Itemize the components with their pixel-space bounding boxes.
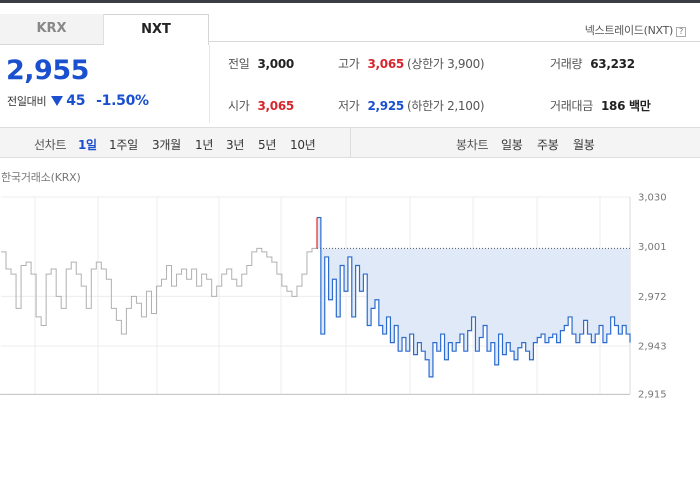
stat-label: 거래대금 — [550, 99, 593, 113]
candle-weekly[interactable]: 주봉 — [537, 136, 559, 153]
candle-daily[interactable]: 일봉 — [501, 136, 523, 153]
change-amount: 45 — [66, 93, 86, 109]
stat-low: 저가 2,925 (하한가 2,100) — [338, 97, 485, 114]
stat-open: 시가 3,065 — [228, 97, 294, 114]
line-chart-label: 선차트 — [34, 138, 67, 152]
previous-day-line — [1, 247, 317, 335]
help-icon[interactable]: ? — [676, 27, 686, 37]
price-change: 전일대비 45 -1.50% — [7, 93, 149, 109]
stat-value: 2,925 — [367, 99, 404, 113]
period-1y[interactable]: 1년 — [195, 136, 213, 153]
down-arrow-icon — [51, 96, 64, 106]
change-label: 전일대비 — [7, 95, 47, 108]
candle-monthly[interactable]: 월봉 — [573, 136, 595, 153]
period-3m[interactable]: 3개월 — [152, 136, 181, 153]
y-tick-label: 2,972 — [638, 292, 667, 303]
price-chart: 3,030 3,001 2,972 2,943 2,915 — [1, 193, 667, 401]
stat-prev-close: 전일 3,000 — [228, 55, 294, 72]
divider — [209, 45, 210, 123]
chart-bottom-border — [0, 394, 630, 395]
upper-limit: (상한가 3,900) — [406, 57, 485, 71]
stat-label: 저가 — [338, 99, 360, 113]
y-tick-label: 2,943 — [638, 342, 667, 353]
stat-label: 고가 — [338, 57, 360, 71]
stat-value: 3,065 — [367, 57, 404, 71]
tab-krx[interactable]: KRX — [0, 14, 104, 45]
change-percent: -1.50% — [96, 93, 149, 109]
stat-amount: 거래대금 186 백만 — [550, 97, 651, 114]
y-tick-label: 3,001 — [638, 242, 667, 253]
period-3y[interactable]: 3년 — [226, 136, 244, 153]
tab-underline — [209, 41, 700, 42]
candle-chart-label: 봉차트 — [456, 138, 489, 152]
y-tick-label: 3,030 — [638, 193, 667, 204]
stat-value: 3,000 — [257, 57, 294, 71]
tab-nxt[interactable]: NXT — [104, 14, 209, 45]
stat-value: 186 백만 — [600, 99, 651, 113]
period-10y[interactable]: 10년 — [290, 136, 316, 153]
lower-limit: (하한가 2,100) — [406, 99, 485, 113]
period-1d[interactable]: 1일 — [78, 136, 97, 153]
y-tick-label: 2,915 — [638, 390, 667, 401]
current-price: 2,955 — [6, 55, 89, 86]
stat-volume: 거래량 63,232 — [550, 55, 635, 72]
period-1w[interactable]: 1주일 — [109, 136, 138, 153]
stat-label: 전일 — [228, 57, 250, 71]
nxt-info: 넥스트레이드(NXT)? — [585, 22, 686, 38]
period-5y[interactable]: 5년 — [258, 136, 276, 153]
period-divider — [350, 128, 351, 157]
stat-value: 3,065 — [257, 99, 294, 113]
nxt-label-text: 넥스트레이드(NXT) — [584, 24, 674, 37]
stat-value: 63,232 — [590, 57, 635, 71]
stat-label: 시가 — [228, 99, 250, 113]
period-bar: 선차트 1일 1주일 3개월 1년 3년 5년 10년 봉차트 일봉 주봉 월봉 — [0, 127, 700, 158]
stat-high: 고가 3,065 (상한가 3,900) — [338, 55, 485, 72]
stat-label: 거래량 — [550, 57, 583, 71]
